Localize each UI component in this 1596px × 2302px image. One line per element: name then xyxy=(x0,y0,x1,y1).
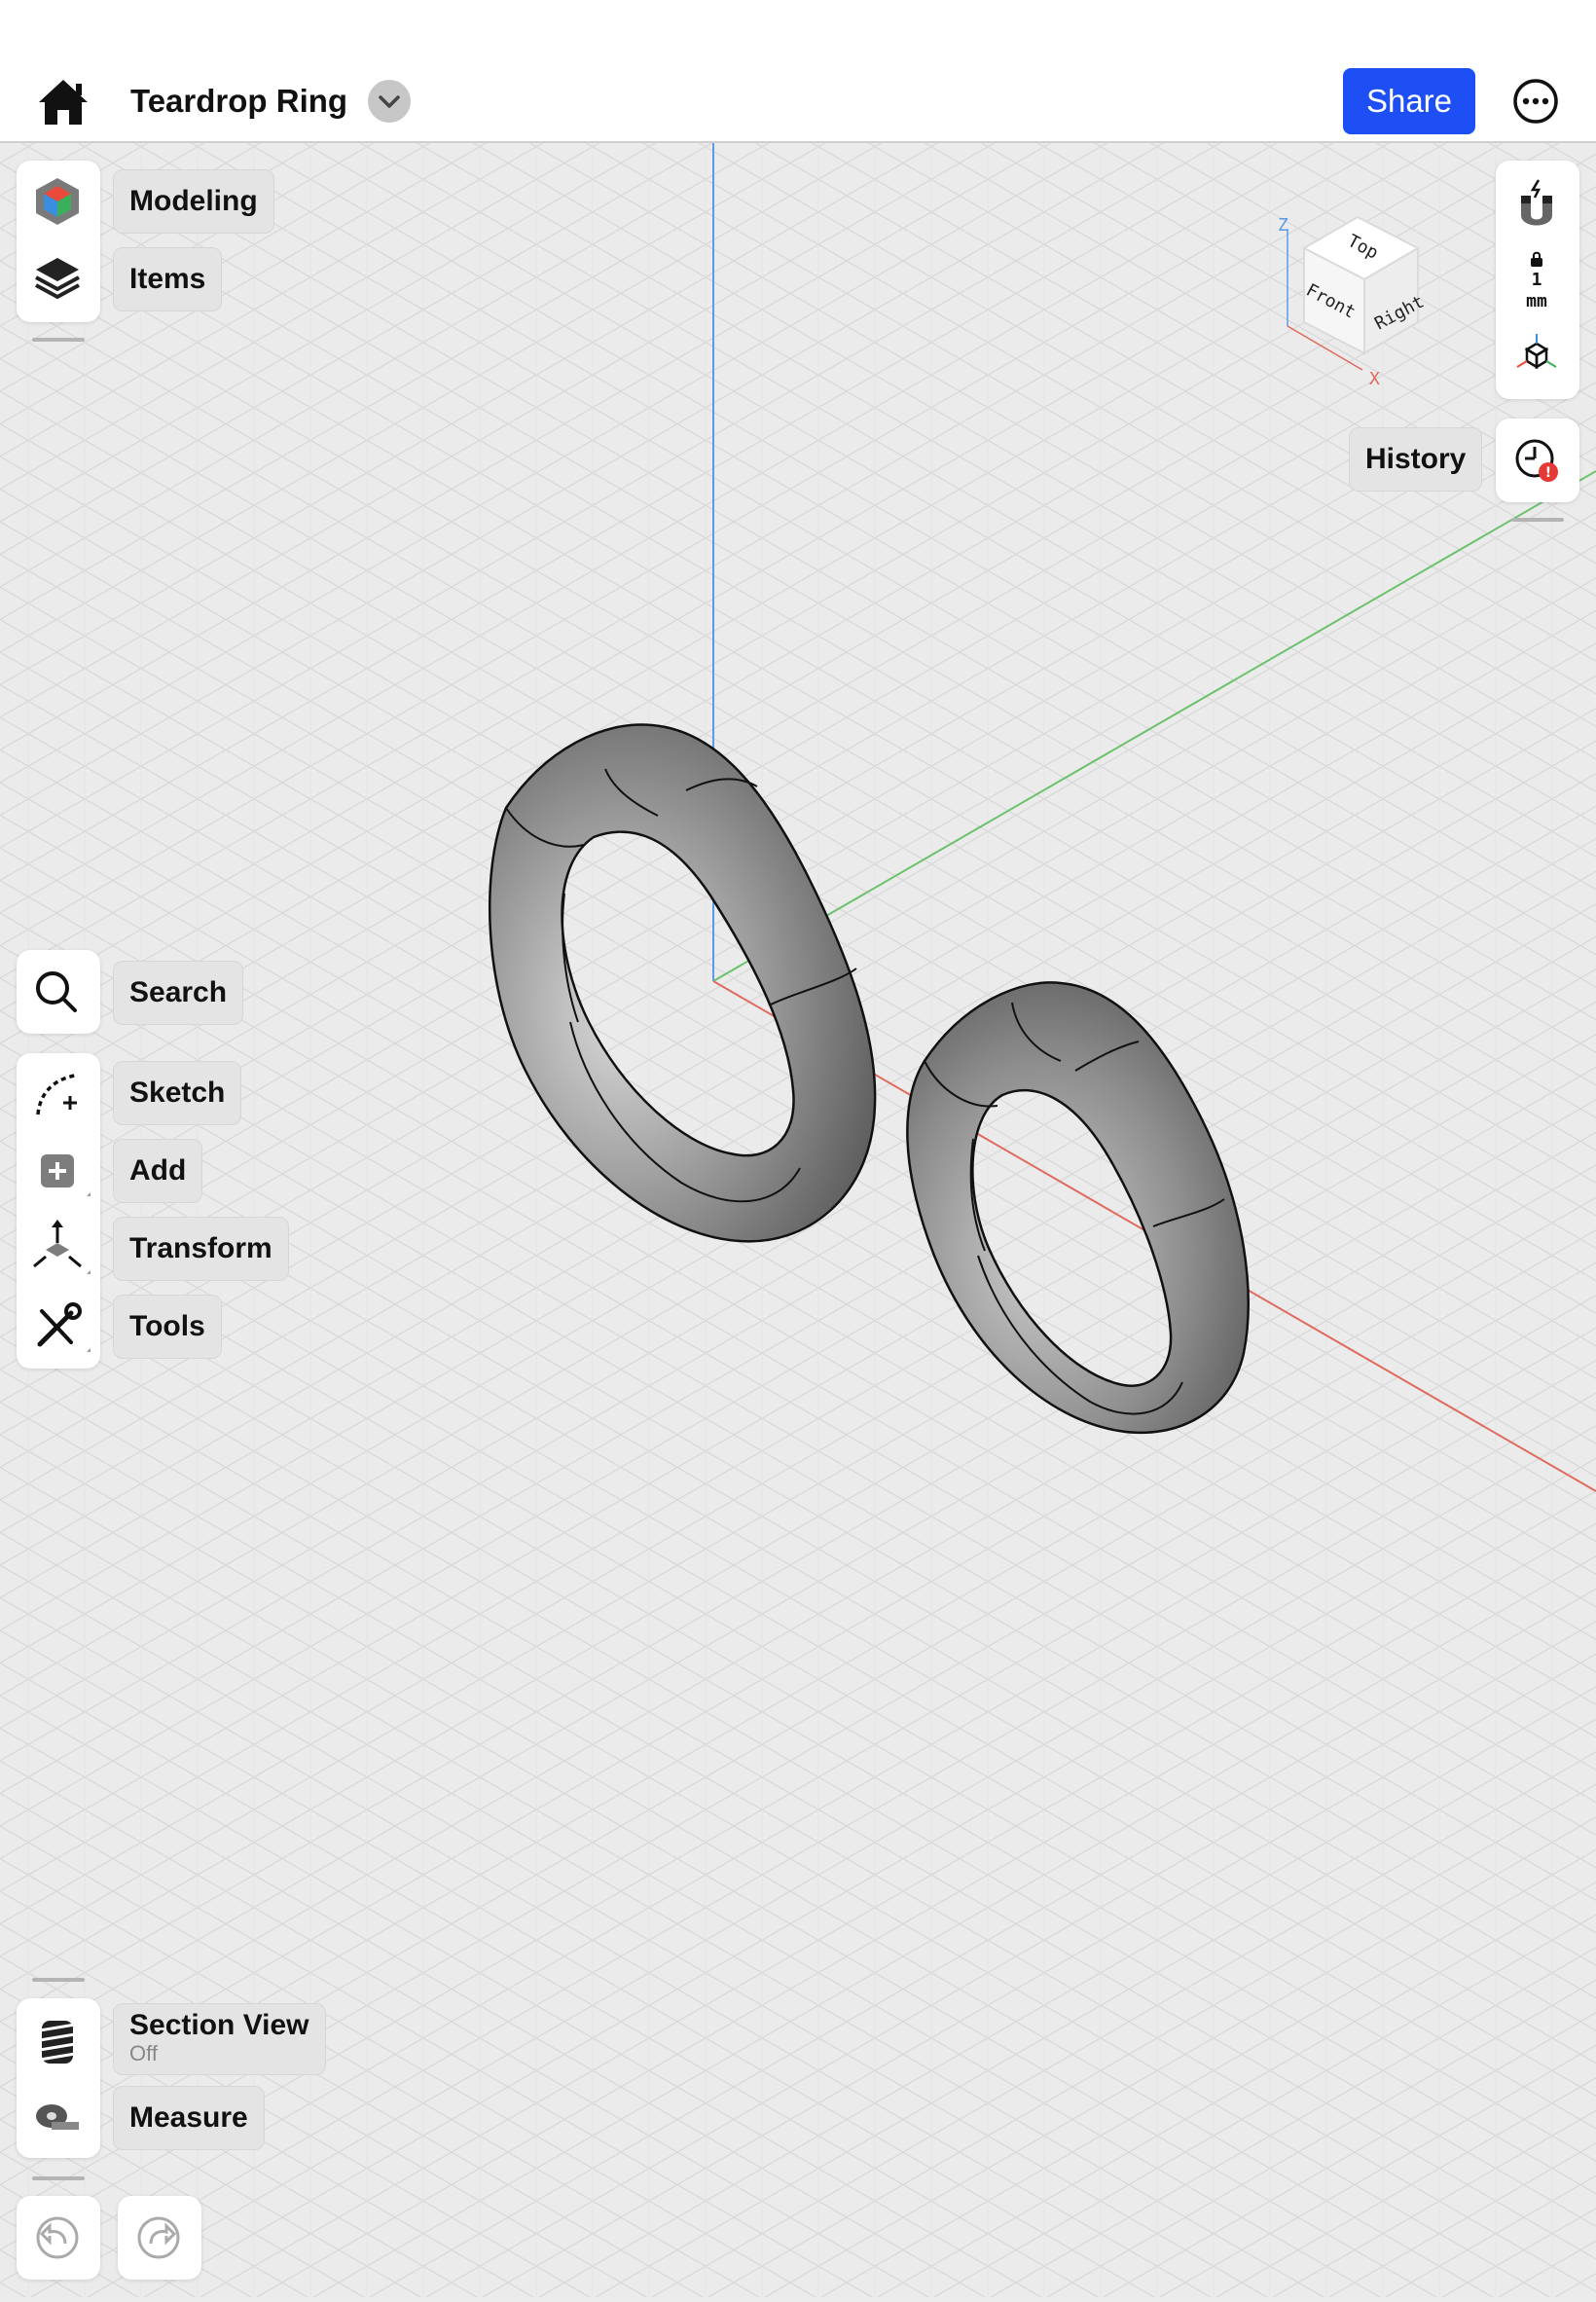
section-view-icon[interactable] xyxy=(17,2001,98,2079)
view-cube-x-label: X xyxy=(1369,369,1380,389)
title-menu-button[interactable] xyxy=(368,80,411,123)
undo-icon xyxy=(36,2216,79,2259)
modeling-cube-icon[interactable] xyxy=(17,163,98,240)
document-title[interactable]: Teardrop Ring xyxy=(130,78,347,125)
redo-icon xyxy=(137,2216,180,2259)
sketch-label[interactable]: Sketch xyxy=(113,1061,242,1125)
search-label[interactable]: Search xyxy=(113,961,244,1025)
sketch-icon[interactable] xyxy=(17,1054,98,1132)
view-cube-z-label: Z xyxy=(1278,215,1288,236)
svg-text:!: ! xyxy=(1545,465,1551,481)
history-panel: ! xyxy=(1496,419,1579,502)
measure-label[interactable]: Measure xyxy=(113,2086,265,2150)
top-bar: Teardrop Ring Share xyxy=(0,0,1596,143)
modeling-panel xyxy=(17,161,100,322)
section-view-button[interactable]: Section View Off xyxy=(113,2003,326,2075)
items-label[interactable]: Items xyxy=(113,247,223,311)
home-icon[interactable] xyxy=(37,76,90,128)
layers-icon[interactable] xyxy=(17,240,98,318)
coordinate-system-icon[interactable] xyxy=(1496,316,1578,394)
snap-value: 1 xyxy=(1531,270,1542,290)
history-label[interactable]: History xyxy=(1349,427,1483,492)
redo-button[interactable] xyxy=(118,2196,201,2280)
panel-drag-handle[interactable] xyxy=(32,338,85,342)
search-icon[interactable] xyxy=(17,953,98,1031)
tools-icon[interactable] xyxy=(17,1288,98,1366)
panel-drag-handle-undo[interactable] xyxy=(32,2176,85,2180)
chevron-down-icon xyxy=(379,95,400,108)
snap-unit: mm xyxy=(1526,291,1547,311)
snap-panel: 1 mm xyxy=(1496,161,1579,399)
tools-panel xyxy=(17,1053,100,1369)
share-button[interactable]: Share xyxy=(1343,68,1475,134)
panel-drag-handle-bottom[interactable] xyxy=(32,1978,85,1982)
section-view-status: Off xyxy=(129,2041,158,2065)
modeling-label[interactable]: Modeling xyxy=(113,169,274,234)
history-clock-icon[interactable]: ! xyxy=(1496,421,1578,499)
search-panel xyxy=(17,950,100,1034)
lock-icon xyxy=(1531,251,1542,267)
tools-label[interactable]: Tools xyxy=(113,1295,222,1359)
more-icon[interactable] xyxy=(1512,78,1559,125)
right-panel-drag-handle[interactable] xyxy=(1511,518,1564,522)
transform-label[interactable]: Transform xyxy=(113,1217,289,1281)
magnet-icon[interactable] xyxy=(1496,170,1578,248)
add-label[interactable]: Add xyxy=(113,1139,203,1203)
undo-button[interactable] xyxy=(17,2196,100,2280)
view-cube[interactable]: Z X Top Front Right xyxy=(1270,209,1445,394)
add-icon[interactable] xyxy=(17,1132,98,1210)
transform-icon[interactable] xyxy=(17,1210,98,1288)
tape-measure-icon[interactable] xyxy=(17,2077,98,2155)
section-view-label: Section View xyxy=(129,2009,309,2041)
inspect-panel xyxy=(17,1998,100,2158)
